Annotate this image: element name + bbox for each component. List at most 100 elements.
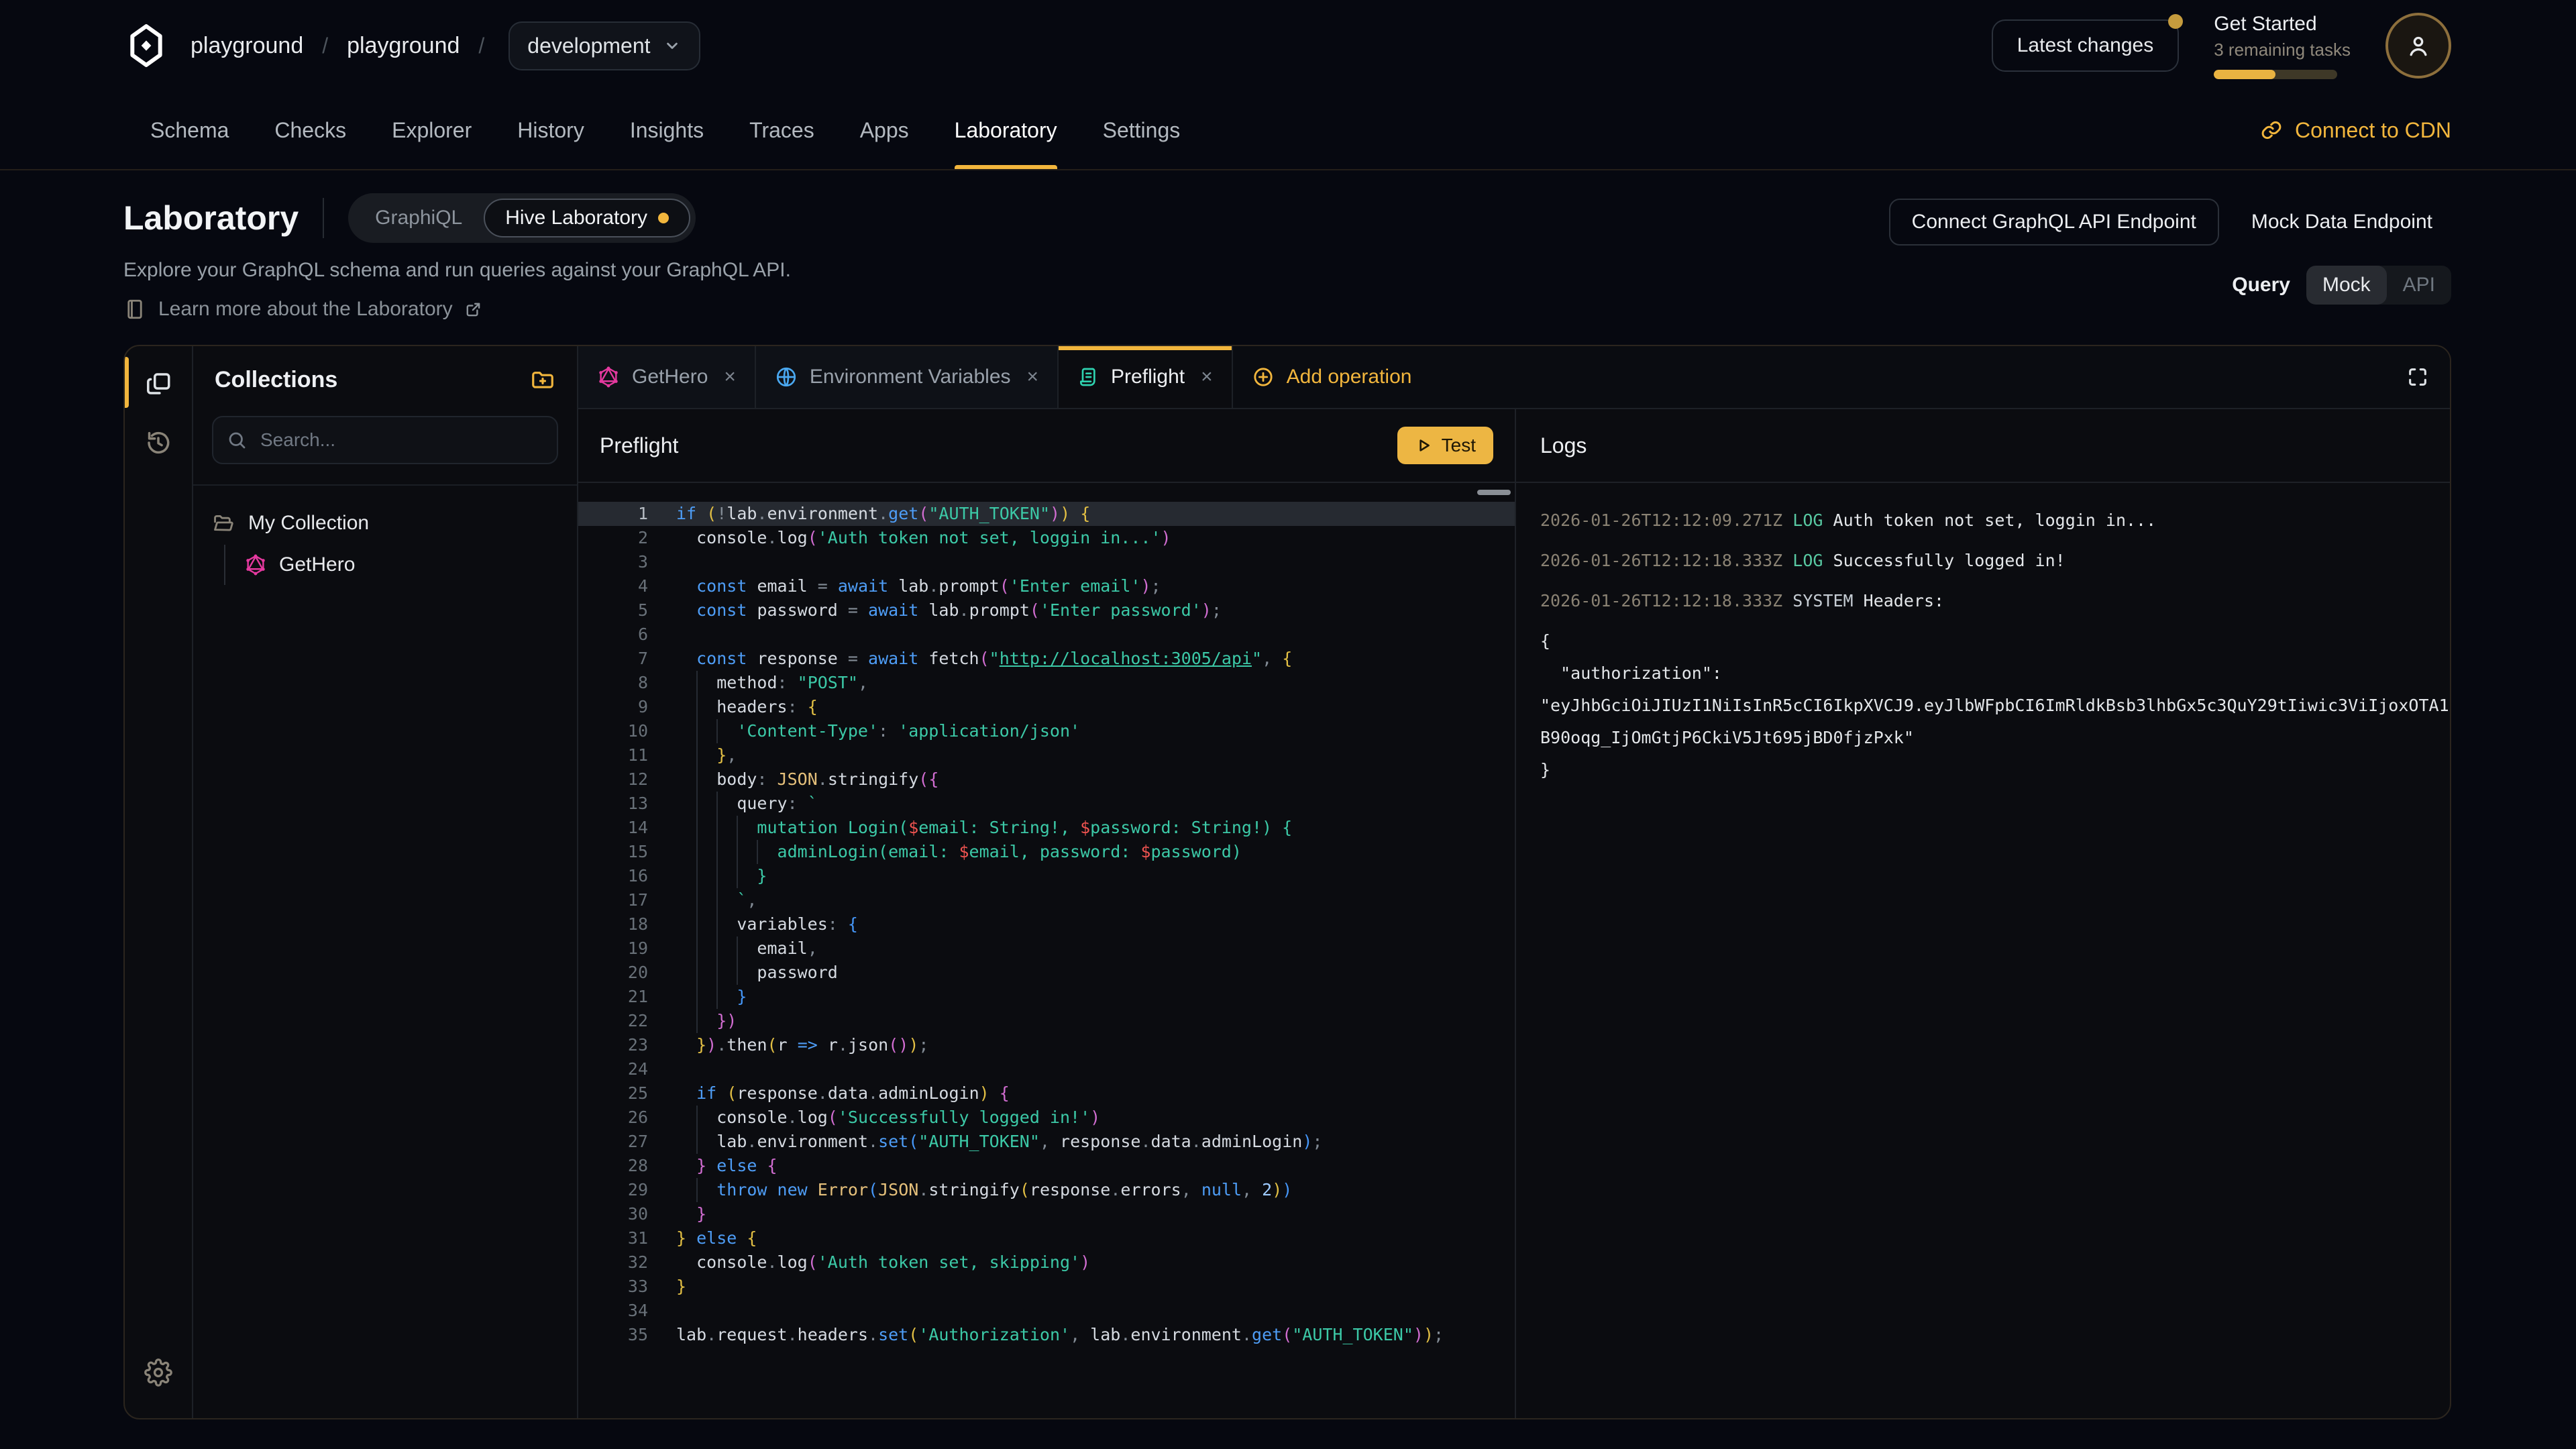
code-line[interactable]: 4 const email = await lab.prompt('Enter …	[578, 574, 1515, 598]
history-rail-button[interactable]	[125, 413, 192, 472]
plus-circle-icon	[1252, 366, 1275, 388]
code-text: }).then(r => r.json());	[676, 1033, 928, 1057]
line-number: 4	[578, 574, 648, 598]
code-text: 'Content-Type': 'application/json'	[676, 719, 1080, 743]
tab-environment-variables[interactable]: Environment Variables×	[756, 346, 1059, 408]
fullscreen-button[interactable]	[2385, 346, 2450, 408]
test-button-label: Test	[1442, 435, 1476, 456]
nav-item-laboratory[interactable]: Laboratory	[955, 91, 1057, 169]
collections-rail-button[interactable]	[125, 354, 192, 413]
code-line[interactable]: 13 query: `	[578, 792, 1515, 816]
code-line[interactable]: 3	[578, 550, 1515, 574]
code-line[interactable]: 6	[578, 623, 1515, 647]
tab-gethero[interactable]: GetHero ×	[578, 346, 756, 408]
line-number: 26	[578, 1106, 648, 1130]
code-line[interactable]: 17 `,	[578, 888, 1515, 912]
code-line[interactable]: 18 variables: {	[578, 912, 1515, 936]
get-started-widget[interactable]: Get Started 3 remaining tasks	[2214, 13, 2351, 79]
close-icon[interactable]: ×	[724, 366, 736, 388]
nav-item-history[interactable]: History	[517, 91, 584, 169]
test-button[interactable]: Test	[1397, 427, 1493, 464]
indent-guide	[737, 840, 738, 864]
code-line[interactable]: 34	[578, 1299, 1515, 1323]
view-toggle-hive-laboratory[interactable]: Hive Laboratory	[484, 199, 690, 237]
indent-guide	[716, 840, 718, 864]
nav-item-checks[interactable]: Checks	[274, 91, 346, 169]
collections-search[interactable]	[212, 416, 558, 464]
code-line[interactable]: 31} else {	[578, 1226, 1515, 1250]
indent-guide	[757, 840, 758, 864]
search-icon	[227, 430, 247, 450]
hive-logo-icon[interactable]	[123, 23, 169, 68]
code-line[interactable]: 11 },	[578, 743, 1515, 767]
code-line[interactable]: 10 'Content-Type': 'application/json'	[578, 719, 1515, 743]
code-text: const response = await fetch("http://loc…	[676, 647, 1292, 671]
code-editor[interactable]: 1if (!lab.environment.get("AUTH_TOKEN"))…	[578, 483, 1515, 1418]
scrollbar-thumb[interactable]	[1477, 490, 1511, 495]
search-input[interactable]	[258, 428, 543, 452]
code-line[interactable]: 1if (!lab.environment.get("AUTH_TOKEN"))…	[578, 502, 1515, 526]
collection-item-gethero[interactable]: GetHero	[244, 545, 558, 585]
nav-item-settings[interactable]: Settings	[1103, 91, 1181, 169]
nav-item-explorer[interactable]: Explorer	[392, 91, 472, 169]
breadcrumb-project[interactable]: playground	[347, 33, 460, 59]
code-line[interactable]: 28 } else {	[578, 1154, 1515, 1178]
code-line[interactable]: 19 email,	[578, 936, 1515, 961]
code-line[interactable]: 26 console.log('Successfully logged in!'…	[578, 1106, 1515, 1130]
code-text: lab.request.headers.set('Authorization',…	[676, 1323, 1444, 1347]
tab-preflight[interactable]: Preflight×	[1059, 346, 1233, 408]
code-line[interactable]: 7 const response = await fetch("http://l…	[578, 647, 1515, 671]
code-line[interactable]: 22 })	[578, 1009, 1515, 1033]
top-header: playground / playground / development La…	[0, 0, 2576, 91]
nav-item-apps[interactable]: Apps	[860, 91, 909, 169]
query-toggle-mock[interactable]: Mock	[2306, 266, 2387, 305]
code-text: const email = await lab.prompt('Enter em…	[676, 574, 1161, 598]
code-line[interactable]: 33}	[578, 1275, 1515, 1299]
settings-rail-button[interactable]	[125, 1343, 192, 1402]
tab-label: GetHero	[632, 366, 708, 388]
code-line[interactable]: 15 adminLogin(email: $email, password: $…	[578, 840, 1515, 864]
collection-folder[interactable]: My Collection	[212, 504, 558, 542]
code-line[interactable]: 27 lab.environment.set("AUTH_TOKEN", res…	[578, 1130, 1515, 1154]
connect-graphql-api-endpoint-button[interactable]: Connect GraphQL API Endpoint	[1889, 199, 2219, 246]
view-toggle-graphiql[interactable]: GraphiQL	[354, 199, 484, 237]
code-line[interactable]: 14 mutation Login($email: String!, $pass…	[578, 816, 1515, 840]
user-avatar[interactable]	[2385, 13, 2451, 78]
add-collection-button[interactable]	[530, 367, 555, 392]
code-line[interactable]: 32 console.log('Auth token set, skipping…	[578, 1250, 1515, 1275]
code-line[interactable]: 35lab.request.headers.set('Authorization…	[578, 1323, 1515, 1347]
connect-to-cdn-link[interactable]: Connect to CDN	[2260, 91, 2451, 169]
nav-item-traces[interactable]: Traces	[749, 91, 814, 169]
close-icon[interactable]: ×	[1201, 366, 1213, 388]
nav-item-schema[interactable]: Schema	[150, 91, 229, 169]
close-icon[interactable]: ×	[1027, 366, 1039, 388]
mock-data-endpoint-button[interactable]: Mock Data Endpoint	[2233, 200, 2451, 244]
code-line[interactable]: 5 const password = await lab.prompt('Ent…	[578, 598, 1515, 623]
view-toggle: GraphiQL Hive Laboratory	[348, 193, 696, 243]
code-line[interactable]: 24	[578, 1057, 1515, 1081]
code-line[interactable]: 9 headers: {	[578, 695, 1515, 719]
code-line[interactable]: 20 password	[578, 961, 1515, 985]
code-line[interactable]: 12 body: JSON.stringify({	[578, 767, 1515, 792]
learn-more-link[interactable]: Learn more about the Laboratory	[123, 298, 791, 321]
breadcrumb: playground / playground / development	[191, 21, 700, 70]
logs-title: Logs	[1540, 433, 1587, 458]
code-line[interactable]: 29 throw new Error(JSON.stringify(respon…	[578, 1178, 1515, 1202]
logs-output[interactable]: 2026-01-26T12:12:09.271Z LOG Auth token …	[1516, 483, 2450, 1418]
code-line[interactable]: 30 }	[578, 1202, 1515, 1226]
breadcrumb-org[interactable]: playground	[191, 33, 303, 59]
code-line[interactable]: 2 console.log('Auth token not set, loggi…	[578, 526, 1515, 550]
code-line[interactable]: 21 }	[578, 985, 1515, 1009]
code-line[interactable]: 23 }).then(r => r.json());	[578, 1033, 1515, 1057]
tab-bar: GetHero×Environment Variables×Preflight×…	[578, 346, 2450, 409]
code-line[interactable]: 16 }	[578, 864, 1515, 888]
latest-changes-button[interactable]: Latest changes	[1992, 19, 2179, 72]
nav-item-insights[interactable]: Insights	[630, 91, 704, 169]
target-select[interactable]: development	[508, 21, 700, 70]
divider	[323, 198, 324, 238]
indent-guide	[737, 864, 738, 888]
code-line[interactable]: 25 if (response.data.adminLogin) {	[578, 1081, 1515, 1106]
code-line[interactable]: 8 method: "POST",	[578, 671, 1515, 695]
query-toggle-api[interactable]: API	[2387, 266, 2451, 305]
add-operation-tab[interactable]: Add operation	[1233, 346, 1431, 408]
